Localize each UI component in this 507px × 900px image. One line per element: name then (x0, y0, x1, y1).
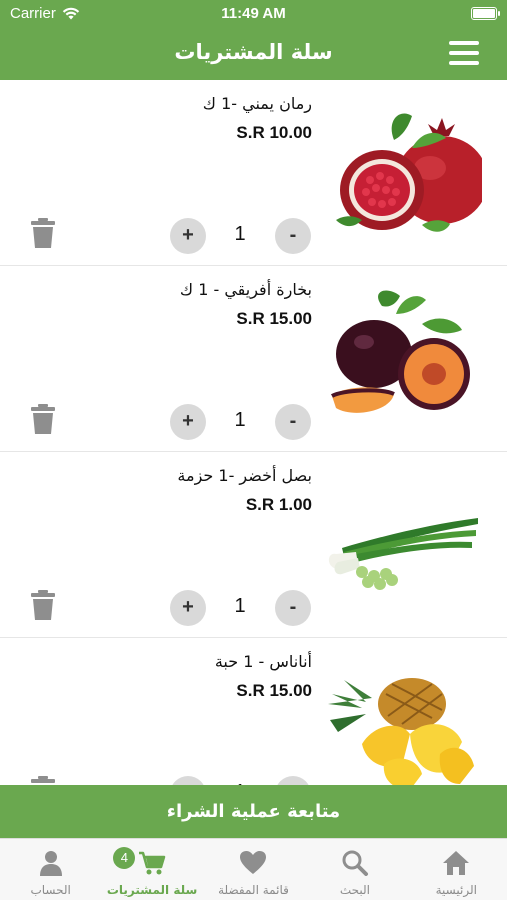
cart-item: بخارة أفريقي - 1 ك S.R 15.00 + 1 - (0, 266, 507, 452)
decrease-quantity-button[interactable]: - (275, 404, 311, 440)
tab-bar: الرئيسية البحث قائمة المفضلة 4 سلة المشت… (0, 838, 507, 900)
increase-quantity-button[interactable]: + (170, 776, 206, 785)
decrease-quantity-button[interactable]: - (275, 590, 311, 626)
page-title: سلة المشتريات (174, 40, 333, 64)
search-icon (342, 850, 368, 876)
green-onion-image (328, 518, 478, 590)
item-name: أناناس - 1 حبة (214, 652, 312, 671)
delete-icon[interactable] (30, 404, 56, 434)
item-name: بخارة أفريقي - 1 ك (179, 280, 312, 299)
cart-item: بصل أخضر -1 حزمة S.R 1.00 + 1 - (0, 452, 507, 638)
cart-item: رمان يمني -1 ك S.R 10.00 + 1 - (0, 80, 507, 266)
quantity-value: 1 (234, 409, 246, 431)
checkout-button[interactable]: متابعة عملية الشراء (0, 785, 507, 838)
pineapple-image (328, 678, 474, 785)
increase-quantity-button[interactable]: + (170, 404, 206, 440)
cart-icon (139, 851, 166, 875)
tab-label: الرئيسية (435, 883, 477, 897)
heart-icon (240, 851, 267, 874)
quantity-value: 1 (234, 595, 246, 617)
tab-search[interactable]: البحث (304, 839, 405, 900)
menu-icon[interactable] (449, 41, 479, 65)
clock: 11:49 AM (221, 5, 286, 22)
battery-icon (471, 7, 500, 20)
tab-cart[interactable]: 4 سلة المشتريات (101, 839, 202, 900)
increase-quantity-button[interactable]: + (170, 590, 206, 626)
nav-bar: سلة المشتريات (0, 28, 507, 80)
tab-home[interactable]: الرئيسية (406, 839, 507, 900)
tab-account[interactable]: الحساب (0, 839, 101, 900)
plum-image (330, 290, 470, 413)
cart-count-badge: 4 (113, 847, 136, 869)
home-icon (443, 851, 470, 875)
item-name: بصل أخضر -1 حزمة (177, 466, 312, 485)
cart-item: أناناس - 1 حبة S.R 15.00 + 1 - (0, 638, 507, 785)
item-price: S.R 10.00 (236, 123, 312, 142)
item-price: S.R 15.00 (236, 681, 312, 700)
delete-icon[interactable] (30, 590, 56, 620)
delete-icon[interactable] (30, 218, 56, 248)
tab-label: سلة المشتريات (106, 883, 198, 897)
tab-label: البحث (339, 883, 370, 897)
cart-list[interactable]: رمان يمني -1 ك S.R 10.00 + 1 - بخارة أفر… (0, 80, 507, 785)
decrease-quantity-button[interactable]: - (275, 218, 311, 254)
item-name: رمان يمني -1 ك (202, 94, 312, 113)
delete-icon[interactable] (30, 776, 56, 785)
decrease-quantity-button[interactable]: - (275, 776, 311, 785)
quantity-value: 1 (234, 223, 246, 245)
item-price: S.R 15.00 (236, 309, 312, 328)
tab-label: قائمة المفضلة (218, 883, 289, 897)
increase-quantity-button[interactable]: + (170, 218, 206, 254)
item-price: S.R 1.00 (245, 495, 312, 514)
tab-favorites[interactable]: قائمة المفضلة (203, 839, 304, 900)
tab-label: الحساب (30, 883, 71, 897)
user-icon (39, 851, 62, 876)
pomegranate-image (336, 113, 482, 232)
status-bar: Carrier 11:49 AM (0, 0, 507, 28)
